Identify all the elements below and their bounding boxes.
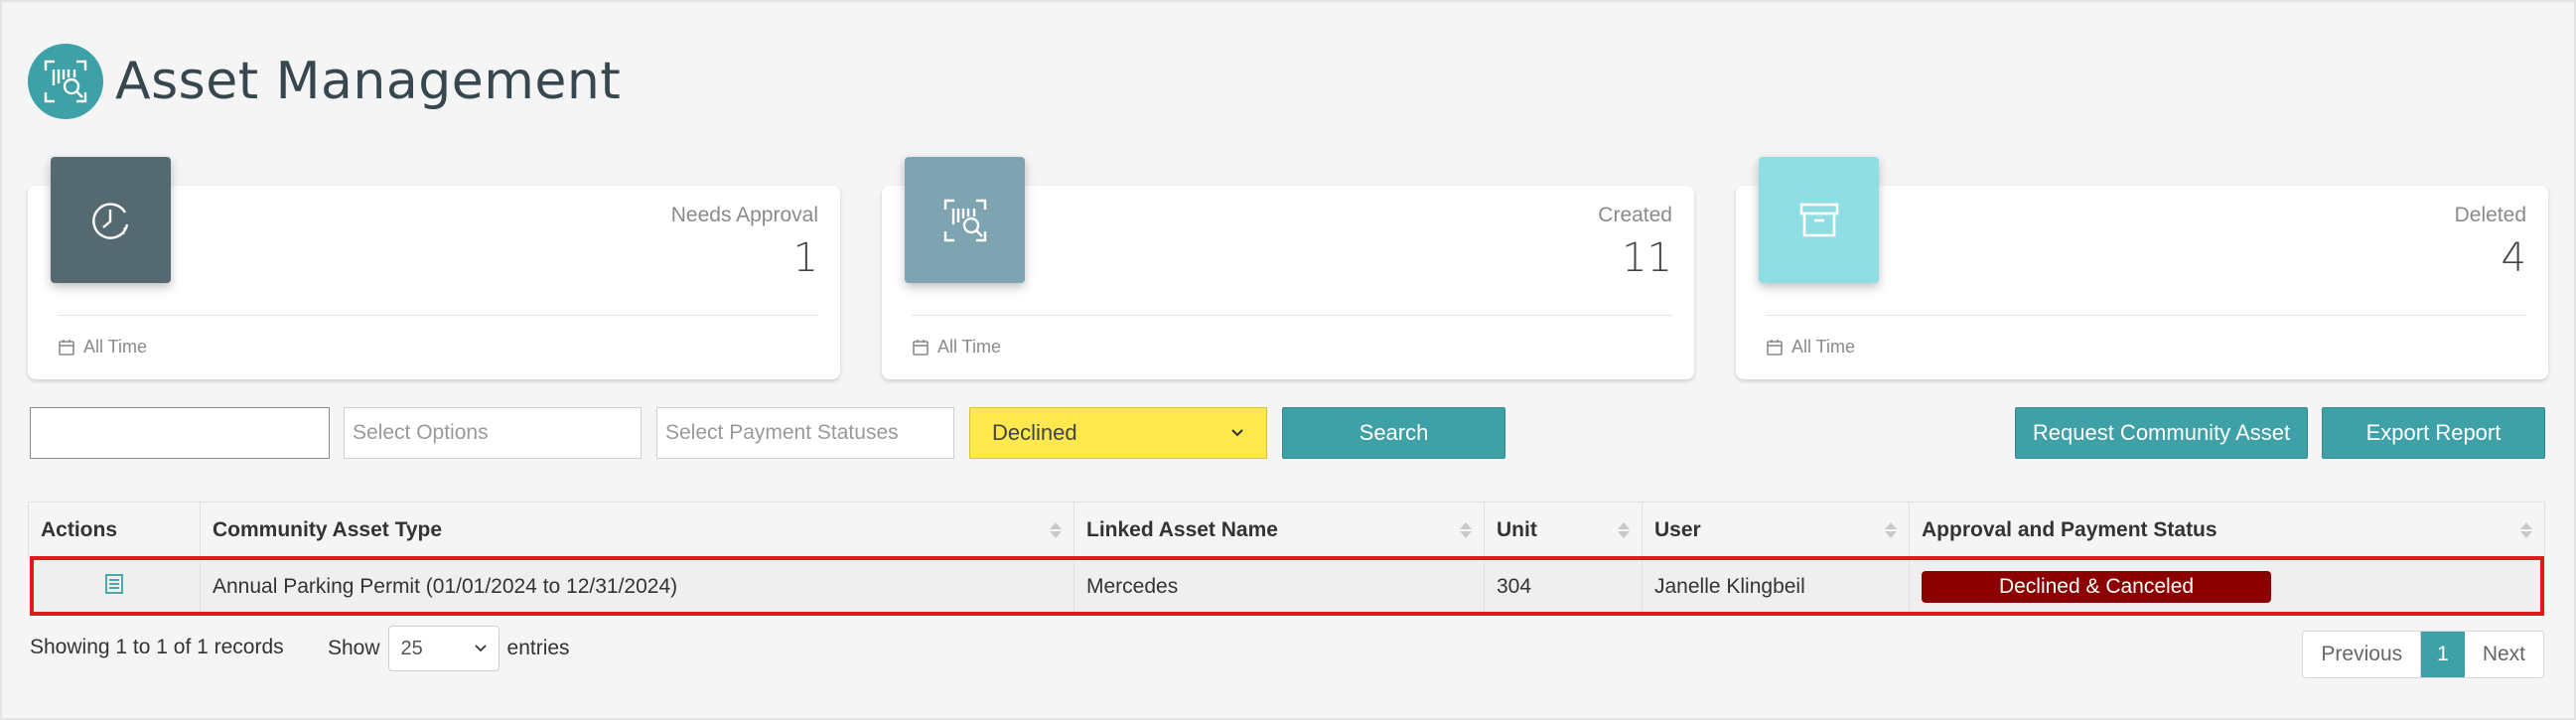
stat-value: 11 (1622, 235, 1672, 281)
previous-page-button[interactable]: Previous (2303, 632, 2422, 677)
column-header-actions: Actions (28, 502, 201, 558)
clock-icon: ! (51, 157, 171, 283)
barcode-scan-icon (28, 44, 103, 119)
stat-footer-text: All Time (1791, 337, 1856, 357)
page-size-select[interactable]: 25 (387, 626, 500, 671)
sort-icon (1460, 521, 1472, 538)
sort-icon (2520, 521, 2532, 538)
stat-label: Created (1598, 204, 1672, 226)
search-button[interactable]: Search (1282, 407, 1505, 459)
assets-table: Actions Community Asset Type Linked Asse… (28, 502, 2545, 616)
next-page-button[interactable]: Next (2465, 632, 2543, 677)
status-badge: Declined & Canceled (1922, 570, 2271, 603)
asset-type-cell: Annual Parking Permit (01/01/2024 to 12/… (200, 557, 1074, 616)
approval-status-value: Declined (992, 420, 1077, 445)
approval-status-select[interactable]: Declined (969, 407, 1267, 459)
chevron-down-icon (1231, 429, 1243, 437)
calendar-icon (913, 339, 929, 356)
table-header-row: Actions Community Asset Type Linked Asse… (28, 502, 2545, 558)
linked-asset-cell: Mercedes (1073, 557, 1485, 616)
column-header-linked-asset[interactable]: Linked Asset Name (1073, 502, 1485, 558)
stat-footer: All Time (1766, 337, 1855, 358)
stat-value: 4 (2501, 235, 2526, 281)
sort-icon (1618, 521, 1630, 538)
records-info: Showing 1 to 1 of 1 records (30, 636, 284, 658)
divider (912, 315, 1672, 316)
pagination: Previous 1 Next (2302, 631, 2544, 678)
stat-footer-text: All Time (937, 337, 1002, 357)
divider (58, 315, 818, 316)
stat-footer: All Time (912, 337, 1001, 358)
sort-icon (1885, 521, 1897, 538)
page-header: Asset Management (28, 44, 621, 119)
svg-text:!: ! (122, 226, 126, 237)
stat-label: Deleted (2454, 204, 2526, 226)
show-label: Show (328, 637, 380, 659)
column-header-asset-type[interactable]: Community Asset Type (200, 502, 1074, 558)
search-input[interactable] (30, 407, 330, 459)
stat-card-created: Created 11 All Time (882, 157, 1694, 379)
page-size-value: 25 (400, 637, 423, 659)
column-header-user[interactable]: User (1642, 502, 1910, 558)
calendar-icon (59, 339, 74, 356)
chevron-down-icon (474, 645, 487, 652)
calendar-icon (1767, 339, 1783, 356)
divider (1766, 315, 2526, 316)
barcode-scan-icon (905, 157, 1025, 283)
status-cell: Declined & Canceled (1909, 557, 2545, 616)
payment-status-select[interactable] (656, 407, 954, 459)
page-size-control: Show 25 entries (328, 626, 570, 671)
request-community-asset-button[interactable]: Request Community Asset (2015, 407, 2308, 459)
column-header-unit[interactable]: Unit (1484, 502, 1643, 558)
page-1-button[interactable]: 1 (2421, 632, 2465, 677)
stat-footer: All Time (58, 337, 147, 358)
options-select[interactable] (344, 407, 642, 459)
column-header-status[interactable]: Approval and Payment Status (1909, 502, 2545, 558)
details-icon[interactable] (104, 573, 124, 595)
sort-icon (1050, 521, 1062, 538)
stat-label: Needs Approval (670, 204, 818, 226)
actions-cell (28, 557, 201, 616)
archive-box-icon (1759, 157, 1879, 283)
page-title: Asset Management (115, 52, 622, 111)
stat-card-deleted: Deleted 4 All Time (1736, 157, 2548, 379)
stat-card-needs-approval: ! Needs Approval 1 All Time (28, 157, 840, 379)
user-cell: Janelle Klingbeil (1642, 557, 1910, 616)
stat-value: 1 (792, 235, 818, 281)
entries-label: entries (506, 637, 570, 659)
table-row[interactable]: Annual Parking Permit (01/01/2024 to 12/… (28, 557, 2545, 616)
export-report-button[interactable]: Export Report (2322, 407, 2545, 459)
unit-cell: 304 (1484, 557, 1643, 616)
stat-footer-text: All Time (83, 337, 148, 357)
